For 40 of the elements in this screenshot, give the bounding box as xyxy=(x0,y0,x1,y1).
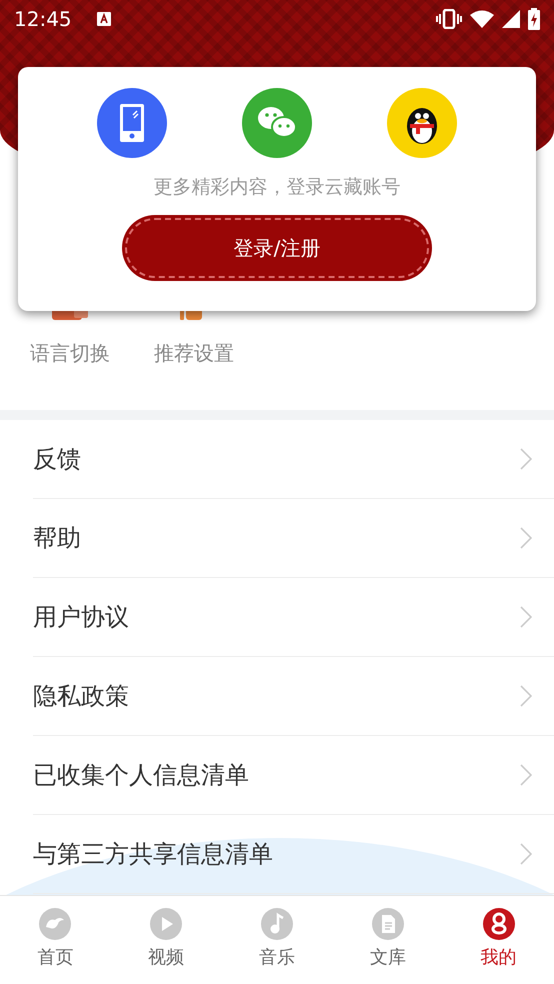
menu-item[interactable]: 隐私政策 xyxy=(33,657,554,736)
music-note-icon xyxy=(260,908,293,940)
wifi-icon xyxy=(470,10,494,28)
play-icon xyxy=(150,908,182,940)
tab-item[interactable]: 首页 xyxy=(0,896,111,984)
chevron-right-icon xyxy=(520,448,532,470)
menu-item[interactable]: 用户协议 xyxy=(33,578,554,657)
shortcut-item[interactable]: 语言切换 xyxy=(30,338,110,368)
menu-item[interactable]: 反馈 xyxy=(33,420,554,499)
battery-icon xyxy=(528,8,540,30)
shortcut-item[interactable]: 推荐设置 xyxy=(154,338,234,368)
profile-logo-icon xyxy=(482,908,515,940)
chevron-right-icon xyxy=(520,685,532,707)
menu-item[interactable]: 帮助 xyxy=(33,499,554,578)
menu-label: 已收集个人信息清单 xyxy=(33,760,249,791)
menu-label: 反馈 xyxy=(33,444,81,475)
status-time: 12:45 xyxy=(14,6,72,33)
cloud-swirl-icon xyxy=(39,908,72,940)
penguin-icon[interactable] xyxy=(386,88,457,158)
chevron-right-icon xyxy=(520,764,532,786)
vibrate-icon xyxy=(436,9,462,29)
signal-icon xyxy=(502,10,520,28)
menu-label: 隐私政策 xyxy=(33,681,129,712)
notification-icon xyxy=(96,11,112,27)
chevron-right-icon xyxy=(520,843,532,865)
tab-item[interactable]: 我的 xyxy=(443,896,554,984)
menu-label: 与第三方共享信息清单 xyxy=(33,839,273,870)
menu-item[interactable]: 与第三方共享信息清单 xyxy=(33,815,554,894)
wechat-icon[interactable] xyxy=(242,88,312,158)
tab-item[interactable]: 音乐 xyxy=(222,896,332,984)
phone-login-icon[interactable] xyxy=(97,88,168,158)
login-prompt: 更多精彩内容，登录云藏账号 xyxy=(154,175,400,200)
chevron-right-icon xyxy=(520,527,532,549)
chevron-right-icon xyxy=(520,606,532,628)
tab-item[interactable]: 文库 xyxy=(332,896,444,984)
menu-label: 用户协议 xyxy=(33,602,129,633)
document-icon xyxy=(372,908,404,940)
menu-item[interactable]: 已收集个人信息清单 xyxy=(33,736,554,815)
menu-label: 帮助 xyxy=(33,523,81,554)
tab-item[interactable]: 视频 xyxy=(110,896,222,984)
